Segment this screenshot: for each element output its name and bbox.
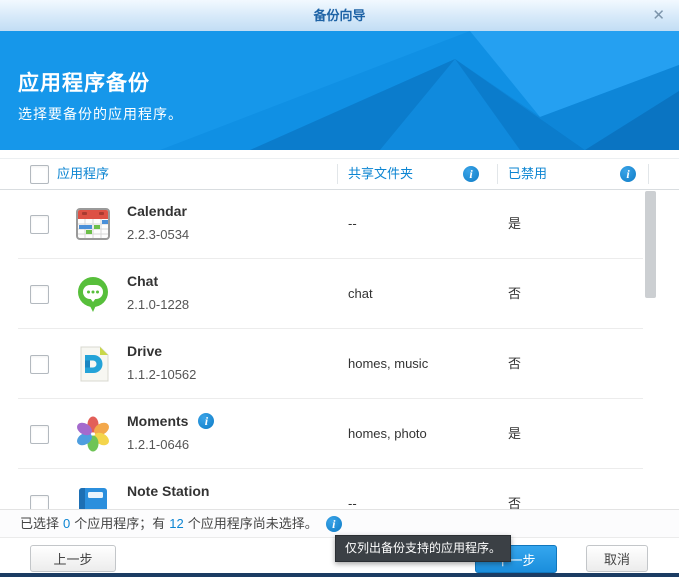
app-name: Moments [127, 413, 188, 429]
row-checkbox[interactable] [30, 495, 49, 509]
shared-folder-value: chat [348, 259, 373, 329]
table-row[interactable]: Chat 2.1.0-1228 chat 否 [0, 259, 679, 329]
app-table: 应用程序 共享文件夹 i 已禁用 i Calendar 2.2 [0, 150, 679, 509]
shared-folder-value: -- [348, 469, 357, 509]
app-name: Drive [127, 343, 162, 359]
cancel-button[interactable]: 取消 [586, 545, 648, 572]
disabled-value: 是 [508, 189, 521, 259]
row-checkbox[interactable] [30, 215, 49, 234]
selected-count: 0 [63, 516, 70, 531]
selection-status-bar: 已选择 0 个应用程序；有 12 个应用程序尚未选择。 i [0, 509, 679, 538]
status-suffix: 个应用程序尚未选择。 [188, 516, 318, 531]
tooltip: 仅列出备份支持的应用程序。 [335, 535, 511, 562]
shared-folder-value: homes, music [348, 329, 428, 399]
column-header-shared-folder[interactable]: 共享文件夹 [348, 159, 413, 189]
vertical-scrollbar[interactable] [645, 191, 656, 298]
disabled-value: 否 [508, 329, 521, 399]
table-row[interactable]: Moments i 1.2.1-0646 homes, photo 是 [0, 399, 679, 469]
app-name: Calendar [127, 203, 187, 219]
status-mid: 个应用程序；有 [74, 516, 165, 531]
table-row[interactable]: Calendar 2.2.3-0534 -- 是 [0, 189, 679, 259]
calendar-app-icon [74, 205, 112, 243]
chat-app-icon [74, 275, 112, 313]
disabled-value: 否 [508, 259, 521, 329]
previous-button[interactable]: 上一步 [30, 545, 116, 572]
dialog-title: 备份向导 [0, 0, 679, 31]
row-checkbox[interactable] [30, 355, 49, 374]
shared-folder-info-icon[interactable]: i [463, 166, 479, 182]
app-version: 1.1.2-10562 [127, 367, 196, 382]
app-name: Chat [127, 273, 158, 289]
page-title: 应用程序备份 [18, 67, 183, 97]
app-name: Note Station [127, 483, 209, 499]
shared-folder-value: -- [348, 189, 357, 259]
row-checkbox[interactable] [30, 285, 49, 304]
table-rows: Calendar 2.2.3-0534 -- 是 Chat 2.1.0-1228… [0, 189, 679, 509]
column-divider [497, 164, 498, 184]
table-header: 应用程序 共享文件夹 i 已禁用 i [0, 158, 679, 190]
row-checkbox[interactable] [30, 425, 49, 444]
column-divider [337, 164, 338, 184]
column-header-application[interactable]: 应用程序 [57, 159, 109, 189]
page-subtitle: 选择要备份的应用程序。 [18, 104, 183, 124]
titlebar: 备份向导 ✕ [0, 0, 679, 32]
close-icon[interactable]: ✕ [652, 0, 665, 31]
unselected-count: 12 [169, 516, 183, 531]
wizard-header-banner: 应用程序备份 选择要备份的应用程序。 [0, 31, 679, 150]
disabled-value: 是 [508, 399, 521, 469]
app-info-icon[interactable]: i [198, 413, 214, 429]
note-station-app-icon [74, 485, 112, 509]
table-row[interactable]: Drive 1.1.2-10562 homes, music 否 [0, 329, 679, 399]
status-prefix: 已选择 [20, 516, 59, 531]
status-info-icon[interactable]: i [326, 516, 342, 532]
drive-app-icon [74, 345, 112, 383]
column-header-disabled[interactable]: 已禁用 [508, 159, 547, 189]
disabled-info-icon[interactable]: i [620, 166, 636, 182]
table-row[interactable]: Note Station 2.5.3-0053 -- 否 [0, 469, 679, 509]
selection-status-text: 已选择 0 个应用程序；有 12 个应用程序尚未选择。 i [20, 510, 342, 538]
select-all-checkbox[interactable] [30, 165, 49, 184]
window-bottom-edge [0, 573, 679, 577]
disabled-value: 否 [508, 469, 521, 509]
backup-wizard-dialog: 备份向导 ✕ 应用程序备份 选择要备份的应用程序。 应用程序 共享文件夹 i 已… [0, 0, 679, 581]
shared-folder-value: homes, photo [348, 399, 427, 469]
column-divider [648, 164, 649, 184]
app-version: 2.2.3-0534 [127, 227, 189, 242]
moments-app-icon [74, 415, 112, 453]
app-version: 1.2.1-0646 [127, 437, 214, 452]
app-version: 2.1.0-1228 [127, 297, 189, 312]
